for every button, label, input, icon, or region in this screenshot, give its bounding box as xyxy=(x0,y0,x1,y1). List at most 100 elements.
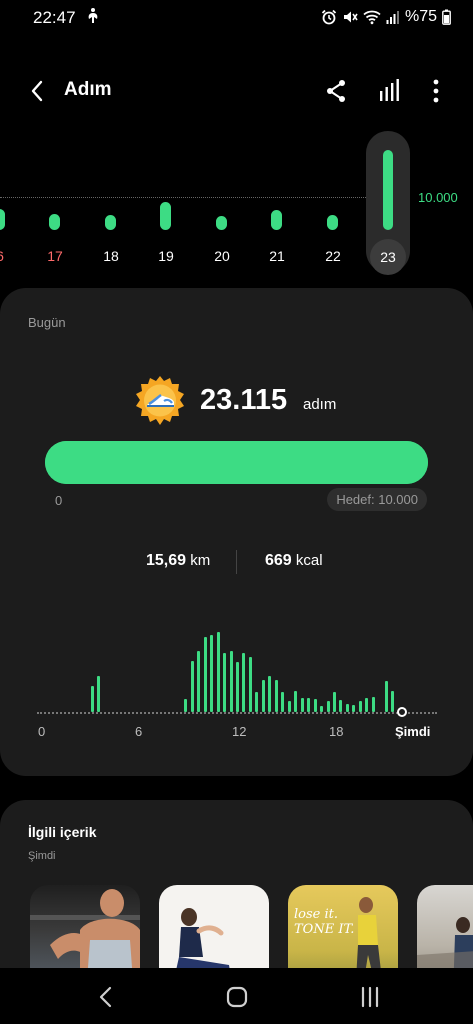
hour-bar xyxy=(255,692,258,712)
hour-bar xyxy=(184,699,187,712)
hour-bar xyxy=(204,637,207,712)
status-icons: %75 xyxy=(321,7,451,27)
accessibility-icon xyxy=(88,8,98,23)
day-label: 18 xyxy=(103,248,119,264)
day-bar xyxy=(160,202,171,230)
hourly-steps-chart: 0 6 12 18 Şimdi xyxy=(0,616,473,746)
shoe-medal-icon xyxy=(136,376,184,425)
day-label: 6 xyxy=(0,248,22,264)
hour-bar xyxy=(223,653,226,712)
hour-bar xyxy=(385,681,388,712)
steps-unit: adım xyxy=(303,396,337,413)
day-label: 21 xyxy=(269,248,285,264)
hour-bar xyxy=(320,706,323,712)
hour-bar xyxy=(210,635,213,712)
steps-progress-bar xyxy=(45,441,428,484)
hour-bar xyxy=(217,632,220,712)
goal-line-label: 10.000 xyxy=(418,190,458,205)
hour-bar xyxy=(268,676,271,712)
now-marker-dot xyxy=(397,707,407,717)
hour-bar xyxy=(191,661,194,712)
back-arrow-icon xyxy=(31,80,43,102)
day-bar xyxy=(0,209,5,230)
distance-unit: km xyxy=(190,552,211,569)
hour-bar xyxy=(372,697,375,712)
day-label: 23 xyxy=(380,249,396,265)
more-vert-icon[interactable] xyxy=(422,77,450,105)
back-button[interactable] xyxy=(22,76,52,106)
hour-bar xyxy=(294,691,297,712)
calories-value: 669 xyxy=(265,552,292,569)
hour-bar xyxy=(359,701,362,712)
hour-bar xyxy=(339,700,342,712)
related-title: İlgili içerik xyxy=(28,824,97,840)
goal-badge: Hedef: 10.000 xyxy=(327,488,427,511)
hour-bar xyxy=(262,680,265,712)
day-column-19[interactable]: 19 xyxy=(144,128,188,278)
now-tick-label: Şimdi xyxy=(395,724,431,739)
daily-steps-chart: 10.000 6 17 18 19 20 21 22 23 xyxy=(0,128,473,278)
calories-stat: 669 kcal xyxy=(265,552,323,570)
day-column-22[interactable]: 22 xyxy=(311,128,355,278)
hour-bar xyxy=(242,653,245,712)
day-bar xyxy=(383,150,393,230)
nav-home-icon[interactable] xyxy=(222,982,252,1012)
steps-value: 23.115 xyxy=(200,384,288,416)
hour-bar xyxy=(288,701,291,712)
stats-divider xyxy=(236,550,237,574)
status-bar: 22:47 %75 xyxy=(0,0,473,36)
battery-icon xyxy=(442,9,451,25)
bar-chart-icon[interactable] xyxy=(376,77,404,105)
day-column-23[interactable]: 23 xyxy=(366,128,410,278)
day-label: 20 xyxy=(214,248,230,264)
share-icon[interactable] xyxy=(322,77,350,105)
hour-bar xyxy=(230,651,233,712)
progress-start-label: 0 xyxy=(55,493,63,508)
hour-tick-label: 18 xyxy=(329,724,344,739)
day-column-20[interactable]: 20 xyxy=(200,128,244,278)
day-label: 22 xyxy=(325,248,341,264)
hour-bar xyxy=(314,699,317,712)
signal-icon xyxy=(386,11,399,24)
hour-bar xyxy=(97,676,100,712)
day-column-21[interactable]: 21 xyxy=(255,128,299,278)
today-heading: Bugün xyxy=(28,315,66,330)
day-bar xyxy=(216,216,227,230)
hour-bar xyxy=(275,680,278,712)
page-title: Adım xyxy=(64,79,112,100)
today-card: Bugün 23.115 adım 0 Hedef: 10.000 15,69 … xyxy=(0,288,473,776)
nav-back-icon[interactable] xyxy=(91,982,121,1012)
hour-bar xyxy=(91,686,94,712)
hour-bar xyxy=(346,704,349,712)
status-time: 22:47 xyxy=(33,8,76,27)
hour-tick-label: 6 xyxy=(135,724,143,739)
hour-bar xyxy=(391,691,394,712)
hour-bar xyxy=(352,705,355,712)
hour-bar xyxy=(307,698,310,712)
day-label: 19 xyxy=(158,248,174,264)
day-bar xyxy=(327,215,338,230)
hour-bar xyxy=(249,657,252,712)
hour-bar xyxy=(301,698,304,712)
mute-icon xyxy=(343,11,358,23)
hour-bar xyxy=(327,701,330,712)
stats-row: 15,69 km 669 kcal xyxy=(0,550,473,574)
hour-bar xyxy=(365,698,368,712)
hour-tick-label: 12 xyxy=(232,724,247,739)
day-bar xyxy=(105,215,116,230)
system-nav-bar xyxy=(0,968,473,1024)
day-label: 17 xyxy=(47,248,63,264)
day-column-6[interactable]: 6 xyxy=(0,128,22,278)
distance-stat: 15,69 km xyxy=(146,552,210,570)
day-column-17[interactable]: 17 xyxy=(33,128,77,278)
nav-recents-icon[interactable] xyxy=(355,982,385,1012)
distance-value: 15,69 xyxy=(146,552,187,569)
wifi-icon xyxy=(363,10,381,25)
alarm-icon xyxy=(321,9,337,25)
hourly-baseline xyxy=(37,712,437,714)
hour-bar xyxy=(281,692,284,712)
hour-tick-label: 0 xyxy=(38,724,46,739)
calories-unit: kcal xyxy=(295,552,323,569)
day-column-18[interactable]: 18 xyxy=(89,128,133,278)
app-bar: Adım xyxy=(0,66,473,116)
